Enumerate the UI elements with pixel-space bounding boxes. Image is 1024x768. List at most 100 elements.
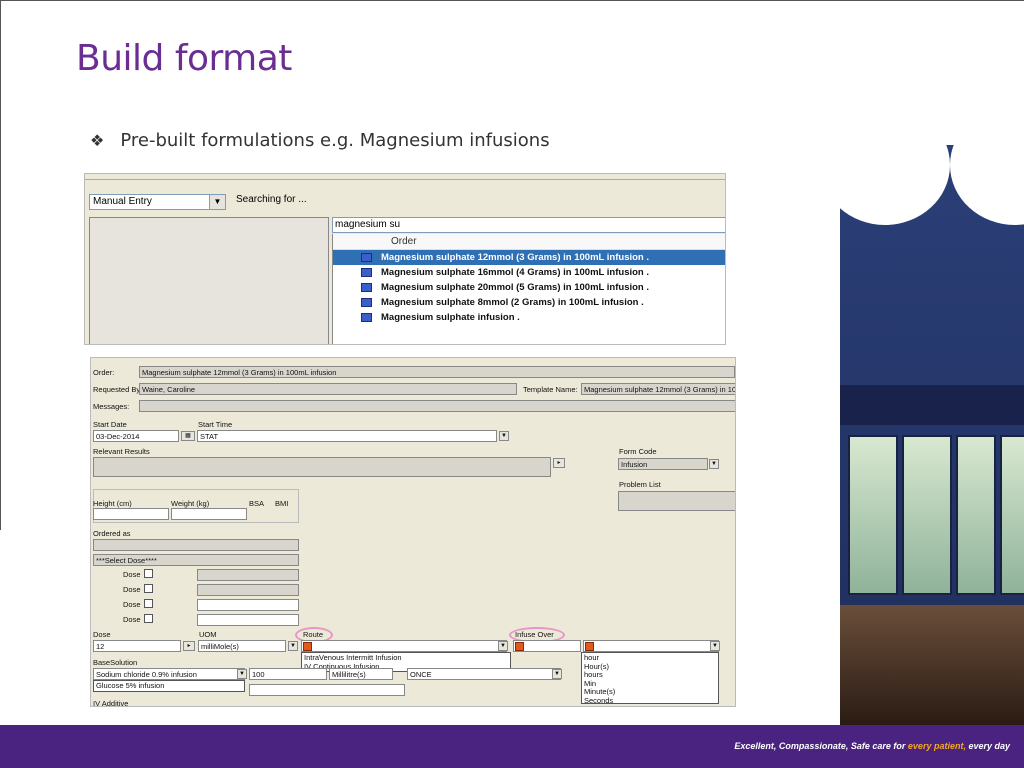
list-item[interactable]: hours [584,670,716,680]
bmi-label: BMI [275,499,289,508]
start-date-label: Start Date [93,420,127,429]
lookup-icon[interactable]: ▸ [183,641,195,651]
footer-tagline: Excellent, Compassionate, Safe care for … [734,741,1010,751]
diamond-bullet-icon: ❖ [90,131,105,150]
searching-label: Searching for ... [236,194,307,205]
order-label: Order: [93,368,115,377]
slide-title: Build format [76,38,292,79]
select-dose-header: ***Select Dose**** [93,554,299,566]
list-item[interactable]: Magnesium sulphate 20mmol (5 Grams) in 1… [333,280,725,295]
window-panel [902,435,952,595]
dose-row-label: Dose [123,570,141,579]
order-icon [361,298,372,307]
problem-list-field[interactable] [618,491,735,511]
infuse-over-field[interactable] [513,640,581,652]
lookup-icon[interactable]: ▸ [553,458,565,468]
canopy-band [840,385,1024,425]
relevant-results-field[interactable] [93,457,551,477]
weight-label: Weight (kg) [171,499,210,508]
problem-list-label: Problem List [619,480,661,489]
dropdown-arrow-icon[interactable]: ▼ [498,641,508,651]
ordered-as-label: Ordered as [93,529,131,538]
order-form-screenshot: Order: Magnesium sulphate 12mmol (3 Gram… [90,357,736,707]
route-field[interactable] [301,640,507,652]
dose-row-label: Dose [123,615,141,624]
dose-checkbox[interactable] [144,614,153,623]
mode-select-value: Manual Entry [93,196,152,207]
list-item[interactable]: Magnesium sulphate 16mmol (4 Grams) in 1… [333,265,725,280]
results-list: Order Magnesium sulphate 12mmol (3 Grams… [332,234,725,344]
dose-option-field[interactable] [197,569,299,581]
calendar-icon[interactable]: ▦ [181,431,195,441]
dropdown-arrow-icon[interactable]: ▼ [209,195,225,209]
result-label: Magnesium sulphate 20mmol (5 Grams) in 1… [381,282,649,293]
volume-field[interactable]: 100 [249,668,327,680]
infuse-over-label: Infuse Over [515,630,554,639]
result-label: Magnesium sulphate 12mmol (3 Grams) in 1… [381,252,649,263]
form-code-field[interactable]: Infusion [618,458,708,470]
base-solution-label: BaseSolution [93,658,138,667]
iv-additive-label: IV Additive [93,699,129,707]
list-item[interactable]: Magnesium sulphate infusion . [333,310,725,325]
order-icon [361,253,372,262]
dropdown-arrow-icon[interactable]: ▼ [237,669,247,679]
base-solution-field[interactable]: Sodium chloride 0.9% infusion [93,668,245,680]
dropdown-arrow-icon[interactable]: ▼ [552,669,562,679]
height-field[interactable] [93,508,169,520]
bsa-label: BSA [249,499,265,508]
floor-area [840,605,1024,725]
dose-option-field[interactable] [197,599,299,611]
search-input[interactable]: magnesium su [332,217,725,233]
result-label: Magnesium sulphate 8mmol (2 Grams) in 10… [381,297,644,308]
weight-field[interactable] [171,508,247,520]
footer-text: every day [965,741,1010,751]
messages-field[interactable] [139,400,735,412]
window-panel [956,435,996,595]
mode-select[interactable]: Manual Entry ▼ [89,194,226,210]
volume-extra-field[interactable] [249,684,405,696]
height-label: Height (cm) [93,499,132,508]
dropdown-arrow-icon[interactable]: ▼ [709,459,719,469]
list-item[interactable]: Magnesium sulphate 8mmol (2 Grams) in 10… [333,295,725,310]
list-item[interactable]: Hour(s) [584,662,716,672]
top-rule [0,0,1024,1]
dose-option-field[interactable] [197,584,299,596]
dose-field[interactable]: 12 [93,640,181,652]
footer-bar: Excellent, Compassionate, Safe care for … [0,725,1024,768]
template-name-field[interactable]: Magnesium sulphate 12mmol (3 Grams) in 1… [581,383,735,395]
infuse-over-unit-field[interactable] [583,640,719,652]
frequency-field[interactable]: ONCE [407,668,561,680]
dose-option-field[interactable] [197,614,299,626]
list-item[interactable]: Glucose 5% infusion [96,681,242,691]
dropdown-arrow-icon[interactable]: ▼ [710,641,720,651]
uom-field[interactable]: milliMole(s) [198,640,286,652]
list-item[interactable]: Seconds [584,696,716,706]
relevant-results-label: Relevant Results [93,447,150,456]
volume-unit-field[interactable]: Millilitre(s) [329,668,393,680]
base-solution-dropdown-list[interactable]: Glucose 5% infusion [93,680,245,692]
window-panel [848,435,898,595]
list-item[interactable]: Magnesium sulphate 12mmol (3 Grams) in 1… [333,250,725,265]
dose-checkbox[interactable] [144,599,153,608]
left-pane [89,217,329,344]
requested-by-field[interactable]: Waine, Caroline [139,383,517,395]
dropdown-arrow-icon[interactable]: ▼ [288,641,298,651]
order-icon [361,268,372,277]
dose-checkbox[interactable] [144,584,153,593]
order-search-screenshot: Manual Entry ▼ Searching for ... magnesi… [84,173,726,345]
left-rule [0,0,1,530]
dose-label: Dose [93,630,111,639]
start-date-field[interactable]: 03-Dec-2014 [93,430,179,442]
order-field[interactable]: Magnesium sulphate 12mmol (3 Grams) in 1… [139,366,735,378]
requested-by-label: Requested By: [93,385,143,394]
ordered-as-field[interactable] [93,539,299,551]
dose-row-label: Dose [123,600,141,609]
route-label: Route [303,630,324,639]
dose-checkbox[interactable] [144,569,153,578]
start-time-field[interactable]: STAT [197,430,497,442]
dropdown-arrow-icon[interactable]: ▼ [499,431,509,441]
result-label: Magnesium sulphate infusion . [381,312,520,323]
form-code-label: Form Code [619,447,657,456]
arch-shape [840,145,950,225]
infuse-over-dropdown-list[interactable]: hour Hour(s) hours Min Minute(s) Seconds [581,652,719,704]
